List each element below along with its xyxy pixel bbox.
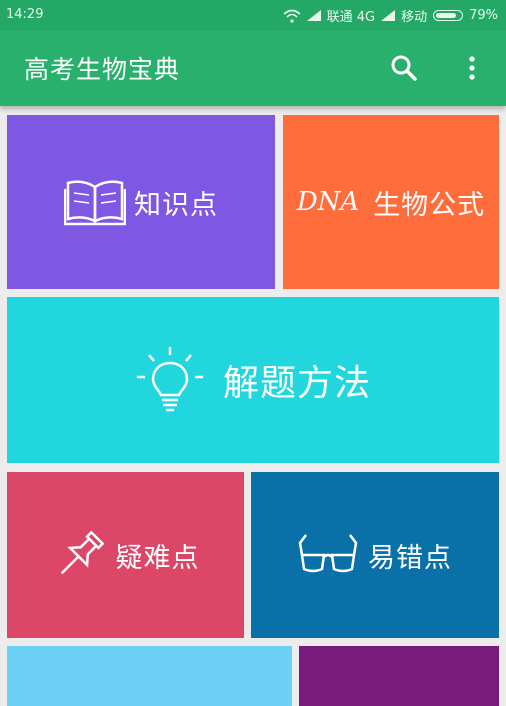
- tile-difficult-points[interactable]: 疑难点: [7, 472, 244, 638]
- tile-label: 生物公式: [373, 189, 486, 221]
- battery-icon: [433, 10, 464, 21]
- app-bar: 高考生物宝典: [0, 30, 506, 106]
- status-right: 联通 4G 移动 79%: [283, 6, 498, 25]
- tile-biology-formulas[interactable]: DNA 生物公式: [283, 115, 499, 289]
- wifi-icon: [283, 9, 301, 23]
- tile-label: 疑难点: [115, 542, 200, 574]
- tile-knowledge-points[interactable]: 知识点: [7, 115, 275, 289]
- battery-percent: 79%: [469, 8, 498, 23]
- carrier-1: 联通 4G: [326, 10, 376, 25]
- status-time: 14:29: [6, 7, 44, 22]
- tile-partial-light-blue[interactable]: [7, 646, 292, 706]
- pushpin-icon: [60, 530, 104, 575]
- signal-icon-2: [381, 10, 396, 21]
- tile-label: 知识点: [134, 189, 218, 221]
- app-title: 高考生物宝典: [24, 55, 181, 84]
- signal-icon: [306, 10, 321, 21]
- tile-solving-methods[interactable]: 解题方法: [7, 297, 499, 463]
- tile-label: 解题方法: [222, 363, 371, 404]
- status-bar: 14:29 联通 4G 移动 79%: [0, 0, 506, 30]
- dna-text-icon: DNA: [296, 187, 360, 217]
- glasses-icon: [298, 534, 358, 573]
- lightbulb-icon: [136, 347, 203, 412]
- search-icon[interactable]: [388, 52, 420, 84]
- more-vert-icon[interactable]: [460, 52, 484, 84]
- tile-label: 易错点: [368, 542, 452, 574]
- carrier-2: 移动: [401, 10, 428, 25]
- tile-partial-purple[interactable]: [299, 646, 499, 706]
- tile-error-prone-points[interactable]: 易错点: [251, 472, 499, 638]
- book-icon: [64, 180, 126, 226]
